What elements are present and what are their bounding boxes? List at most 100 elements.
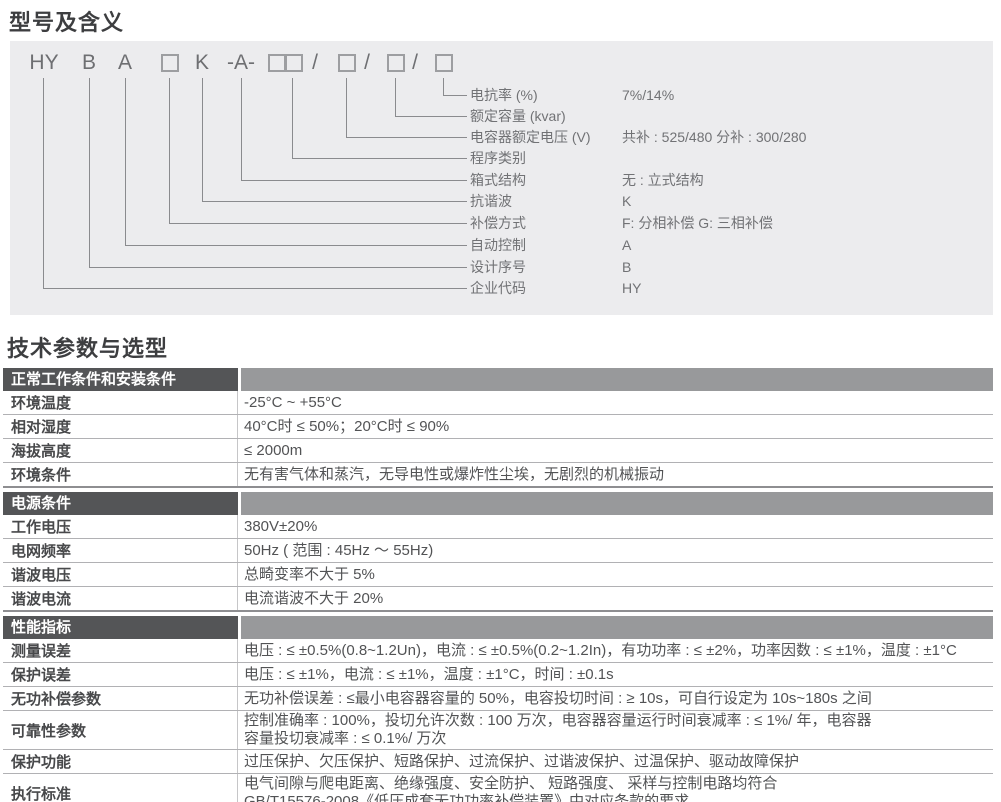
section-header-label: 性能指标 [3,616,238,639]
code-design: B [79,50,99,76]
row-label: 谐波电流 [3,587,238,610]
code-auto: A [115,50,135,76]
legend-row: 抗谐波K [470,191,990,211]
row-value: 电气间隙与爬电距离、绝缘强度、安全防护、 短路强度、 采样与控制电路均符合 GB… [238,774,993,802]
table-row: 测量误差 电压 : ≤ ±0.5%(0.8~1.2Un)，电流 : ≤ ±0.5… [3,639,993,663]
row-label: 测量误差 [3,639,238,662]
legend-label: 自动控制 [470,235,622,255]
table-section-power-conditions: 电源条件 工作电压 380V±20% 电网频率 50Hz ( 范围 : 45Hz… [3,492,993,612]
row-label: 环境条件 [3,463,238,486]
code-placeholder-box [161,54,179,72]
section-header: 性能指标 [3,616,993,639]
table-section-performance: 性能指标 测量误差 电压 : ≤ ±0.5%(0.8~1.2Un)，电流 : ≤… [3,616,993,802]
row-label: 海拔高度 [3,439,238,462]
row-value: ≤ 2000m [238,441,993,461]
row-value: 40°C时 ≤ 50%；20°C时 ≤ 90% [238,417,993,437]
legend-value: B [622,257,631,277]
legend-value: F: 分相补偿 G: 三相补偿 [622,213,773,233]
code-placeholder-box [387,54,405,72]
table-row: 相对湿度 40°C时 ≤ 50%；20°C时 ≤ 90% [3,415,993,439]
row-label: 执行标准 [3,774,238,802]
legend-label: 程序类别 [470,148,622,168]
row-label: 保护误差 [3,663,238,686]
legend-row: 电抗率 (%)7%/14% [470,85,990,105]
header-fill [241,368,993,391]
section-header: 电源条件 [3,492,993,515]
section-header: 正常工作条件和安装条件 [3,368,993,391]
legend-row: 电容器额定电压 (V)共补 : 525/480 分补 : 300/280 [470,127,990,147]
legend-label: 设计序号 [470,257,622,277]
row-label: 谐波电压 [3,563,238,586]
params-section-title: 技术参数与选型 [7,331,168,363]
row-label: 可靠性参数 [3,711,238,749]
legend-row: 自动控制A [470,235,990,255]
row-label: 无功补偿参数 [3,687,238,710]
legend-row: 补偿方式F: 分相补偿 G: 三相补偿 [470,213,990,233]
table-row: 保护误差 电压 : ≤ ±1%，电流 : ≤ ±1%，温度 : ±1°C，时间 … [3,663,993,687]
legend-row: 程序类别 [470,148,990,168]
code-slash: / [407,50,423,76]
legend-value: 无 : 立式结构 [622,170,704,190]
legend-label: 抗谐波 [470,191,622,211]
legend-row: 额定容量 (kvar) [470,106,990,126]
legend-value: 7%/14% [622,85,674,105]
code-slash: / [307,50,323,76]
document-page: 型号及含义 HY B A K -A- / / / 电抗率 (%)7%/14% [0,0,1001,802]
row-value: 电压 : ≤ ±0.5%(0.8~1.2Un)，电流 : ≤ ±0.5%(0.2… [238,641,993,661]
legend-label: 电容器额定电压 (V) [470,127,622,147]
table-row: 海拔高度 ≤ 2000m [3,439,993,463]
code-placeholder-box [268,54,286,72]
row-value: 过压保护、欠压保护、短路保护、过流保护、过谐波保护、过温保护、驱动故障保护 [238,752,993,772]
table-row: 环境温度 -25°C ~ +55°C [3,391,993,415]
row-value: 380V±20% [238,517,993,537]
row-label: 电网频率 [3,539,238,562]
table-row: 可靠性参数 控制准确率 : 100%，投切允许次数 : 100 万次，电容器容量… [3,711,993,750]
row-value: 无有害气体和蒸汽，无导电性或爆炸性尘埃，无剧烈的机械振动 [238,465,993,485]
row-value: -25°C ~ +55°C [238,393,993,413]
row-value: 电流谐波不大于 20% [238,589,993,609]
row-label: 相对湿度 [3,415,238,438]
model-code-diagram: HY B A K -A- / / / 电抗率 (%)7%/14% 额定容量 (k… [10,41,993,315]
model-section-title: 型号及含义 [9,5,124,37]
legend-value: 共补 : 525/480 分补 : 300/280 [622,127,806,147]
parameters-table: 正常工作条件和安装条件 环境温度 -25°C ~ +55°C 相对湿度 40°C… [3,368,993,802]
row-value: 控制准确率 : 100%，投切允许次数 : 100 万次，电容器容量运行时间衰减… [238,711,993,749]
legend-row: 企业代码HY [470,278,990,298]
row-label: 环境温度 [3,391,238,414]
legend-value: K [622,191,631,211]
legend-label: 补偿方式 [470,213,622,233]
legend-row: 设计序号B [470,257,990,277]
table-row: 谐波电压 总畸变率不大于 5% [3,563,993,587]
row-label: 工作电压 [3,515,238,538]
section-header-label: 正常工作条件和安装条件 [3,368,238,391]
connector-line [43,78,467,289]
legend-value: HY [622,278,641,298]
header-fill [241,492,993,515]
legend-label: 企业代码 [470,278,622,298]
table-section-working-conditions: 正常工作条件和安装条件 环境温度 -25°C ~ +55°C 相对湿度 40°C… [3,368,993,488]
header-fill [241,616,993,639]
table-row: 执行标准 电气间隙与爬电距离、绝缘强度、安全防护、 短路强度、 采样与控制电路均… [3,774,993,802]
legend-value: A [622,235,631,255]
code-placeholder-box [338,54,356,72]
code-prefix: HY [28,50,60,76]
table-row: 环境条件 无有害气体和蒸汽，无导电性或爆炸性尘埃，无剧烈的机械振动 [3,463,993,488]
code-placeholder-box [435,54,453,72]
legend-label: 箱式结构 [470,170,622,190]
table-row: 无功补偿参数 无功补偿误差 : ≤最小电容器容量的 50%，电容投切时间 : ≥… [3,687,993,711]
row-value: 电压 : ≤ ±1%，电流 : ≤ ±1%，温度 : ±1°C，时间 : ±0.… [238,665,993,685]
row-label: 保护功能 [3,750,238,773]
legend-label: 额定容量 (kvar) [470,106,622,126]
code-slash: / [359,50,375,76]
code-fixed: -A- [221,50,261,76]
table-row: 电网频率 50Hz ( 范围 : 45Hz ～ 55Hz) [3,539,993,563]
code-placeholder-box [285,54,303,72]
table-row: 工作电压 380V±20% [3,515,993,539]
legend-label: 电抗率 (%) [470,85,622,105]
table-row: 谐波电流 电流谐波不大于 20% [3,587,993,612]
table-row: 保护功能 过压保护、欠压保护、短路保护、过流保护、过谐波保护、过温保护、驱动故障… [3,750,993,774]
row-value: 50Hz ( 范围 : 45Hz ～ 55Hz) [238,541,993,561]
row-value: 无功补偿误差 : ≤最小电容器容量的 50%，电容投切时间 : ≥ 10s，可自… [238,689,993,709]
section-header-label: 电源条件 [3,492,238,515]
row-value: 总畸变率不大于 5% [238,565,993,585]
